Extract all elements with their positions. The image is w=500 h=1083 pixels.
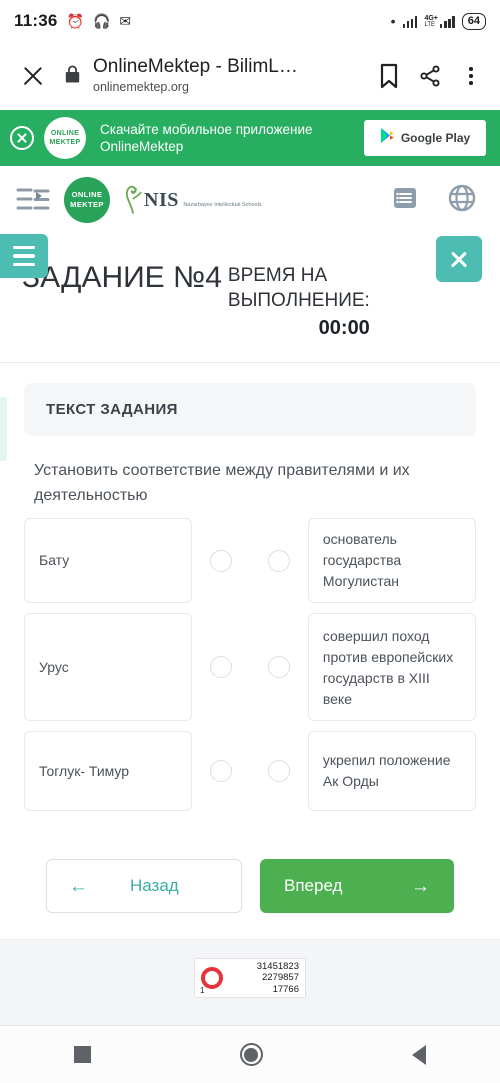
android-navigation-bar [0,1025,500,1083]
counter-numbers: 31451823 2279857 17766 [227,961,299,996]
left-connector-dot[interactable] [210,656,233,678]
left-connector-cell [192,518,250,603]
right-connector-cell [250,518,308,603]
task-title-band: ЗАДАНИЕ №4 ВРЕМЯ НА ВЫПОЛНЕНИЕ: 00:00 [0,234,500,362]
table-row: Тоглук- Тимур укрепил положение Ак Орды [24,731,476,811]
match-left-option[interactable]: Тоглук- Тимур [24,731,193,811]
browser-toolbar: OnlineMektep - BilimL… onlinemektep.org [0,42,500,110]
navigation-buttons: ← Назад Вперед → [24,821,476,913]
close-task-icon[interactable] [436,236,482,282]
status-left-group: 11:36 ⏰ 🎧 ✉ [14,11,131,31]
nis-leaf-icon [124,181,142,220]
signal-bars-sim2-icon: 4G+ LTE [424,14,455,28]
back-triangle-icon[interactable] [411,1044,426,1065]
right-connector-cell [250,731,308,811]
counter-line1: 31451823 [256,960,299,972]
close-tab-button[interactable] [16,59,50,93]
android-status-bar: 11:36 ⏰ 🎧 ✉ • 4G+ LTE 64 [0,0,500,42]
network-type-label: 4G+ LTE [424,14,438,28]
counter-rank: 1 [200,986,205,995]
match-left-option[interactable]: Урус [24,613,193,721]
share-icon[interactable] [418,64,442,88]
banner-logo-line2: MEKTEP [49,139,81,146]
timer-label-line1: ВРЕМЯ НА [227,265,328,286]
next-button-label: Вперед [284,876,343,895]
onlinemektep-logo: ONLINE MEKTEP [44,117,86,159]
page-footer: 1 31451823 2279857 17766 [0,939,500,1031]
next-arrow-icon: → [411,875,430,897]
match-left-option[interactable]: Бату [24,518,193,603]
left-connector-dot[interactable] [210,549,233,572]
page-url: onlinemektep.org [93,80,189,94]
right-connector-dot[interactable] [267,656,290,678]
nis-logo-text: NIS Nazarbayev Intellectual Schools [144,190,262,210]
next-button[interactable]: Вперед → [260,859,454,913]
page-title: OnlineMektep - BilimL… [93,56,298,77]
match-right-option[interactable]: основатель государства Могулистан [307,518,476,603]
banner-text: Скачайте мобильное приложение OnlineMekt… [96,121,354,155]
left-connector-cell [192,613,250,721]
alarm-icon: ⏰ [66,13,84,29]
hamburger-menu-icon[interactable] [0,234,48,278]
back-button[interactable]: ← Назад [46,859,242,913]
left-connector-dot[interactable] [210,760,233,782]
side-drawer-handle[interactable] [0,397,7,461]
phone-screen: 11:36 ⏰ 🎧 ✉ • 4G+ LTE 64 OnlineMektep - B… [0,0,500,1083]
back-arrow-icon: ← [69,875,88,897]
banner-text-line1: Скачайте мобильное приложение [100,122,313,137]
right-connector-dot[interactable] [267,549,290,572]
recents-square-icon[interactable] [74,1046,92,1063]
table-row: Урус совершил поход против европейских г… [24,613,476,721]
lock-icon [64,64,81,89]
header-logo-line2: MEKTEP [70,200,104,209]
status-right-group: • 4G+ LTE 64 [390,12,486,30]
header-logo-line1: ONLINE [71,190,103,199]
bluetooth-icon: • [390,13,396,29]
list-view-icon[interactable] [392,185,418,216]
counter-line2: 2279857 [262,972,299,984]
google-play-icon [380,127,395,149]
bookmark-icon[interactable] [378,63,400,89]
counter-line3: 17766 [272,983,299,995]
whatsapp-icon: ✉ [119,13,132,29]
nis-subtitle: Nazarbayev Intellectual Schools [183,202,262,208]
back-button-label: Назад [130,876,179,895]
battery-indicator: 64 [461,12,486,30]
right-connector-cell [250,613,308,721]
timer-value: 00:00 [318,317,370,339]
matching-area: Бату основатель государства Могулистан У… [24,518,476,811]
timer-block: ВРЕМЯ НА ВЫПОЛНЕНИЕ: 00:00 [228,260,370,340]
banner-close-icon[interactable] [10,126,34,150]
sidebar-toggle-icon[interactable] [16,187,50,213]
match-right-option[interactable]: укрепил положение Ак Орды [307,731,476,811]
header-onlinemektep-logo[interactable]: ONLINE MEKTEP [64,177,110,223]
timer-label-line2: ВЫПОЛНЕНИЕ: [227,290,370,311]
match-right-option[interactable]: совершил поход против европейских госуда… [307,613,476,721]
google-play-button[interactable]: Google Play [364,120,486,156]
address-bar[interactable]: OnlineMektep - BilimL… onlinemektep.org [93,56,368,96]
task-number-title: ЗАДАНИЕ №4 [22,261,222,294]
nis-logo: NIS Nazarbayev Intellectual Schools [124,181,262,220]
site-header: ONLINE MEKTEP NIS Nazarbayev Intellectua… [0,166,500,234]
table-row: Бату основатель государства Могулистан [24,518,476,603]
nis-abbrev: NIS [144,189,179,211]
browser-actions [378,63,482,89]
headphones-icon: 🎧 [92,13,111,29]
banner-text-line2: OnlineMektep [100,139,184,154]
banner-logo-line1: ONLINE [50,130,80,137]
status-clock: 11:36 [14,11,58,30]
header-actions [392,184,476,217]
left-connector-cell [192,731,250,811]
right-connector-dot[interactable] [267,760,290,782]
google-play-label: Google Play [400,131,471,145]
task-content: ТЕКСТ ЗАДАНИЯ Установить соответствие ме… [0,363,500,913]
task-section-header: ТЕКСТ ЗАДАНИЯ [24,383,476,436]
globe-icon[interactable] [448,184,476,217]
home-circle-icon[interactable] [239,1043,263,1066]
app-install-banner: ONLINE MEKTEP Скачайте мобильное приложе… [0,110,500,166]
overflow-menu-icon[interactable] [460,67,482,85]
task-description: Установить соответствие между правителям… [34,462,410,504]
visit-counter-widget[interactable]: 1 31451823 2279857 17766 [194,958,306,998]
signal-bars-sim1-icon [402,15,418,28]
